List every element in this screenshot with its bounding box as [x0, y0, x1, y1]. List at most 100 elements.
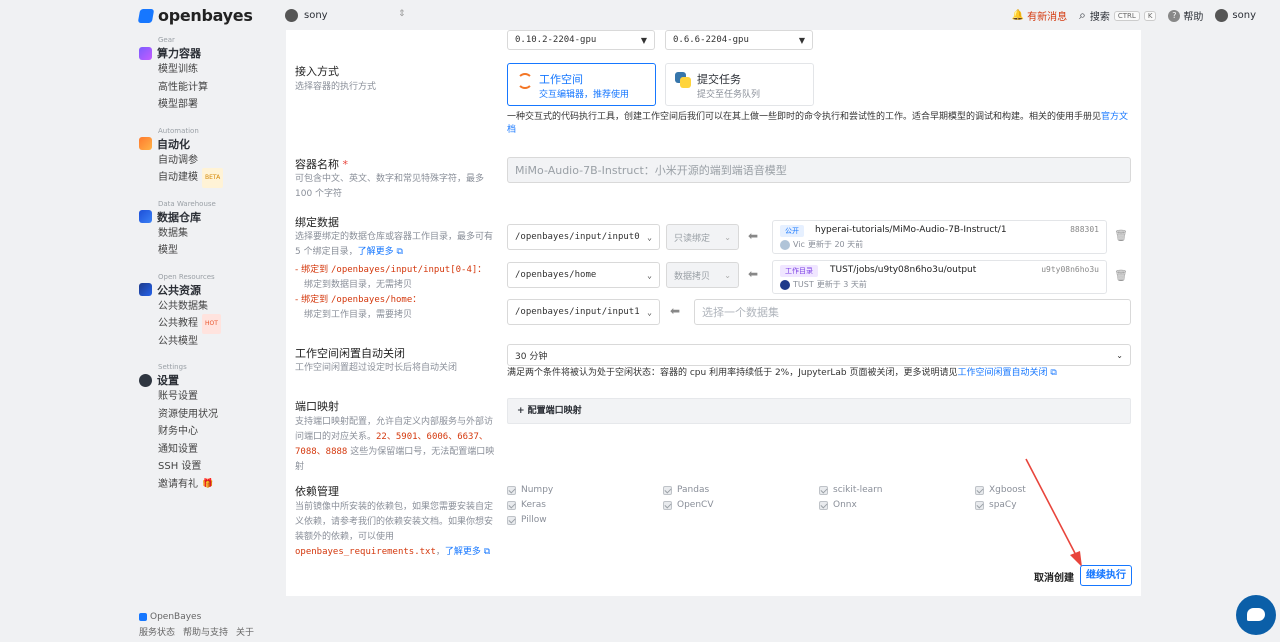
- checked-icon: [507, 515, 516, 525]
- image-version-select[interactable]: 0.10.2-2204-gpu ▼: [507, 30, 655, 50]
- updated-time: 更新于 3 天前: [816, 280, 867, 289]
- sidebar-item-usage[interactable]: 资源使用状况: [158, 406, 279, 424]
- sidebar-item-ssh[interactable]: SSH 设置: [158, 458, 279, 476]
- beta-badge: BETA: [202, 168, 224, 188]
- switcher-caret-icon[interactable]: ⇕: [398, 9, 406, 19]
- checked-icon: [975, 500, 984, 510]
- package-name: Pillow: [521, 515, 547, 525]
- idle-timeout-value: 30 分钟: [515, 351, 548, 362]
- search-button[interactable]: ⌕ 搜索 CTRL K: [1079, 8, 1157, 23]
- sidebar-item-account[interactable]: 账号设置: [158, 388, 279, 406]
- caret-down-icon: ▼: [640, 35, 647, 45]
- bind-mode-select[interactable]: 数据拷贝 ⌄: [666, 262, 739, 288]
- account-menu[interactable]: sony: [1215, 9, 1256, 22]
- sidebar-item-models[interactable]: 模型: [158, 242, 279, 260]
- sidebar-item-automl[interactable]: 自动建模 BETA: [158, 168, 279, 188]
- sidebar-item-hpc[interactable]: 高性能计算: [158, 79, 279, 97]
- chevron-down-icon: ⌄: [647, 232, 652, 242]
- arrow-left-icon: ⬅: [748, 267, 759, 281]
- sidebar-item-deploy[interactable]: 模型部署: [158, 96, 279, 114]
- brand-logo[interactable]: openbayes: [137, 6, 253, 25]
- cancel-create-button[interactable]: 取消创建: [1034, 569, 1074, 584]
- bind-learn-more-link[interactable]: 了解更多: [358, 247, 394, 257]
- sidebar-item-autotune[interactable]: 自动调参: [158, 152, 279, 170]
- sidebar-item-public-tutorials[interactable]: 公共教程 HOT: [158, 314, 279, 334]
- package-checkbox: OpenCV: [663, 500, 713, 510]
- user-switcher-label: sony: [304, 10, 328, 21]
- sidebar-item-label: 公共数据集: [158, 300, 208, 312]
- package-checkbox: spaCy: [975, 500, 1017, 510]
- chat-support-icon[interactable]: [1236, 595, 1276, 635]
- idle-note: 满足两个条件将被认为处于空闲状态：容器的 cpu 利用率持续低于 2%，Jupy…: [507, 367, 1132, 380]
- checked-icon: [507, 485, 516, 495]
- trash-icon[interactable]: 🗑: [1114, 229, 1128, 242]
- dataset-search-placeholder: 选择一个数据集: [702, 306, 779, 319]
- sidebar-item-training[interactable]: 模型训练: [158, 61, 279, 79]
- footer-link-about[interactable]: 关于: [236, 625, 254, 638]
- sidebar-item-finance[interactable]: 财务中心: [158, 423, 279, 441]
- package-name: scikit-learn: [833, 485, 883, 495]
- sidebar-footer: OpenBayes 服务状态 帮助与支持 关于: [139, 612, 254, 638]
- idle-docs-link[interactable]: 工作空间闲置自动关闭: [958, 368, 1048, 378]
- public-resources-icon: [139, 283, 152, 296]
- sidebar-item-label: 自动建模: [158, 172, 198, 183]
- submit-task-option-card[interactable]: 提交任务 提交至任务队列: [665, 63, 814, 106]
- bound-workdir-card[interactable]: 工作目录 TUST/jobs/u9ty08n6ho3u/output u9ty0…: [772, 260, 1107, 294]
- sidebar-section-gear: Gear 算力容器 模型训练 高性能计算 模型部署: [139, 36, 279, 114]
- rule1-suffix: ：: [477, 265, 487, 275]
- news-button[interactable]: 🔔 有新消息: [1012, 8, 1067, 23]
- bind-rules: - 绑定到 /openbayes/input/input[0-4]： 绑定到数据…: [295, 263, 505, 323]
- submit-task-option-title: 提交任务: [697, 73, 741, 86]
- requirements-file: openbayes_requirements.txt: [295, 547, 436, 557]
- account-name: sony: [1232, 10, 1256, 21]
- footer-link-support[interactable]: 帮助与支持: [183, 625, 228, 638]
- chevron-down-icon: ⌄: [724, 232, 731, 242]
- configure-port-mapping-button[interactable]: + 配置端口映射: [507, 398, 1131, 424]
- arrow-left-icon: ⬅: [670, 304, 681, 318]
- rule2-path: /openbayes/home: [330, 295, 413, 305]
- access-note-text: 一种交互式的代码执行工具，创建工作空间后我们可以在其上做一些即时的命令执行和尝试…: [507, 112, 1102, 122]
- help-icon: ?: [1168, 9, 1181, 22]
- sidebar-section-settings: Settings 设置 账号设置 资源使用状况 财务中心 通知设置 SSH 设置…: [139, 363, 279, 493]
- kbd-ctrl: CTRL: [1113, 10, 1140, 21]
- trash-icon[interactable]: 🗑: [1114, 269, 1128, 282]
- automation-icon: [139, 137, 152, 150]
- container-name-input[interactable]: MiMo-Audio-7B-Instruct：小米开源的端到端语音模型: [507, 157, 1131, 183]
- section-en-label: Settings: [158, 363, 187, 371]
- help-button[interactable]: ? 帮助: [1168, 8, 1203, 23]
- sidebar-item-datasets[interactable]: 数据集: [158, 225, 279, 243]
- sidebar-item-label: SSH 设置: [158, 461, 202, 472]
- search-label: 搜索: [1089, 12, 1110, 23]
- sidebar-item-invite[interactable]: 邀请有礼 🎁: [158, 476, 279, 494]
- dependency-label: 依赖管理: [295, 485, 339, 498]
- container-name-label-text: 容器名称: [295, 158, 339, 171]
- bind-path-value: /openbayes/input/input1: [515, 307, 640, 317]
- bound-dataset-card[interactable]: 公开 hyperai-tutorials/MiMo-Audio-7B-Instr…: [772, 220, 1107, 254]
- package-checkbox: Pandas: [663, 485, 709, 495]
- bind-path-select[interactable]: /openbayes/input/input0 ⌄: [507, 224, 660, 250]
- sidebar: Gear 算力容器 模型训练 高性能计算 模型部署 Automation 自动化…: [139, 36, 279, 506]
- footer-brand: OpenBayes: [150, 612, 202, 622]
- sidebar-item-notifications[interactable]: 通知设置: [158, 441, 279, 459]
- dataset-search-input[interactable]: 选择一个数据集: [694, 299, 1131, 325]
- sidebar-item-public-models[interactable]: 公共模型: [158, 333, 279, 351]
- workspace-option-card[interactable]: 工作空间 交互编辑器，推荐使用: [507, 63, 656, 106]
- image-tag-select[interactable]: 0.6.6-2204-gpu ▼: [665, 30, 813, 50]
- sidebar-item-public-datasets[interactable]: 公共数据集: [158, 298, 279, 316]
- footer-link-status[interactable]: 服务状态: [139, 625, 175, 638]
- idle-timeout-select[interactable]: 30 分钟 ⌄: [507, 344, 1131, 366]
- owner-avatar: [780, 279, 790, 290]
- package-checkbox: Onnx: [819, 500, 857, 510]
- bind-path-select[interactable]: /openbayes/input/input1 ⌄: [507, 299, 660, 325]
- rule1-prefix: - 绑定到: [295, 265, 331, 275]
- sidebar-item-label: 高性能计算: [158, 81, 208, 93]
- workspace-option-sub: 交互编辑器，推荐使用: [539, 90, 630, 100]
- deps-learn-more-link[interactable]: 了解更多: [445, 547, 481, 557]
- user-switcher[interactable]: sony: [285, 9, 328, 22]
- bind-path-select[interactable]: /openbayes/home ⌄: [507, 262, 660, 288]
- continue-button[interactable]: 继续执行: [1080, 565, 1132, 586]
- dependency-desc: 当前镜像中所安装的依赖包，如果您需要安装自定义依赖，请参考我们的依赖安装文档。如…: [295, 502, 494, 557]
- bind-mode-select[interactable]: 只读绑定 ⌄: [666, 224, 739, 250]
- workspace-option-title: 工作空间: [539, 73, 583, 86]
- owner-avatar: [780, 239, 790, 250]
